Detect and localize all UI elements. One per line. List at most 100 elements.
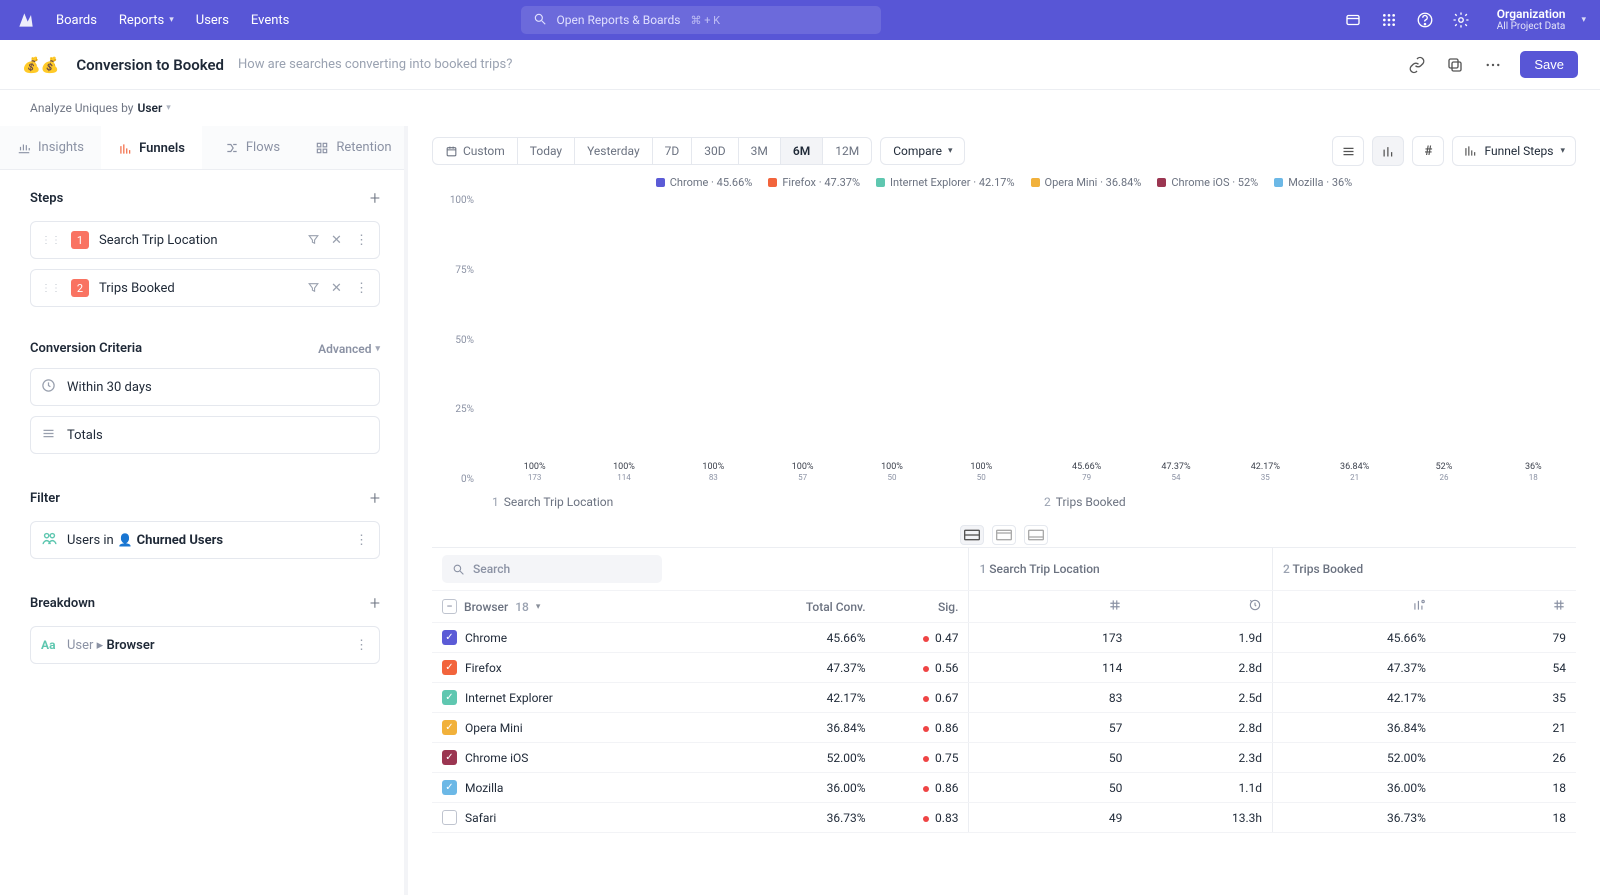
add-step-button[interactable]: + <box>370 188 380 209</box>
layout-top-button[interactable] <box>992 525 1016 545</box>
filter-icon[interactable] <box>307 281 321 295</box>
tab-flows[interactable]: Flows <box>202 126 303 169</box>
tab-retention[interactable]: Retention <box>303 126 404 169</box>
row-step2-pct: 52.00% <box>1272 743 1435 773</box>
criteria-advanced-link[interactable]: Advanced▾ <box>318 342 380 356</box>
apps-grid-icon[interactable] <box>1379 10 1399 30</box>
col-time-icon[interactable] <box>1132 591 1272 623</box>
more-icon[interactable]: ⋮ <box>355 281 369 295</box>
settings-icon[interactable] <box>1451 10 1471 30</box>
remove-icon[interactable]: ✕ <box>331 281 345 295</box>
col-count-icon[interactable] <box>969 591 1132 623</box>
nav-boards[interactable]: Boards <box>56 13 97 28</box>
chevron-down-icon: ▾ <box>166 103 171 113</box>
org-switcher[interactable]: Organization All Project Data <box>1497 8 1566 32</box>
steps-header: Steps <box>30 191 63 206</box>
more-icon[interactable]: ⋮ <box>355 233 369 247</box>
global-search[interactable]: Open Reports & Boards ⌘ + K <box>521 6 881 34</box>
analyze-row[interactable]: Analyze Uniques by User ▾ <box>0 90 1600 126</box>
nav-users[interactable]: Users <box>196 13 229 28</box>
table-row[interactable]: ✓ Chrome iOS 52.00% 0.75 50 2.3d 52.00% … <box>432 743 1576 773</box>
legend-item[interactable]: Chrome iOS · 52% <box>1157 176 1258 189</box>
breakdown-item[interactable]: Aa User ▸ Browser ⋮ <box>30 626 380 664</box>
range-custom[interactable]: Custom <box>433 138 518 164</box>
add-breakdown-button[interactable]: + <box>370 593 380 614</box>
table-row[interactable]: ✓ Internet Explorer 42.17% 0.67 83 2.5d … <box>432 683 1576 713</box>
row-checkbox[interactable]: ✓ <box>442 630 457 645</box>
range-30d[interactable]: 30D <box>692 138 738 164</box>
criteria-within[interactable]: Within 30 days <box>30 368 380 406</box>
filter-cohort[interactable]: Users in 👤 Churned Users ⋮ <box>30 521 380 559</box>
more-icon[interactable] <box>1482 54 1504 76</box>
col-pct-icon[interactable] <box>1272 591 1435 623</box>
row-step1-time: 13.3h <box>1132 803 1272 833</box>
view-list-button[interactable] <box>1332 136 1364 166</box>
row-step2-pct: 47.37% <box>1272 653 1435 683</box>
page-description: How are searches converting into booked … <box>238 57 512 72</box>
tab-insights[interactable]: Insights <box>0 126 101 169</box>
range-3m[interactable]: 3M <box>739 138 781 164</box>
table-search-input[interactable]: Search <box>442 555 662 583</box>
remove-icon[interactable]: ✕ <box>331 233 345 247</box>
tab-funnels[interactable]: Funnels <box>101 126 202 169</box>
step-row[interactable]: ⋮⋮ 1 Search Trip Location ✕ ⋮ <box>30 221 380 259</box>
view-bar-button[interactable] <box>1372 136 1404 166</box>
col-total-conv[interactable]: Total Conv. <box>736 591 876 623</box>
layout-split-button[interactable] <box>960 525 984 545</box>
row-checkbox[interactable] <box>442 810 457 825</box>
range-today[interactable]: Today <box>518 138 575 164</box>
col-count2-icon[interactable] <box>1436 591 1576 623</box>
funnel-steps-dropdown[interactable]: Funnel Steps▾ <box>1452 136 1576 166</box>
drag-handle-icon[interactable]: ⋮⋮ <box>41 235 61 246</box>
nav-reports[interactable]: Reports▾ <box>119 13 174 28</box>
range-12m[interactable]: 12M <box>823 138 871 164</box>
table-row[interactable]: ✓ Firefox 47.37% 0.56 114 2.8d 47.37% 54 <box>432 653 1576 683</box>
step-row[interactable]: ⋮⋮ 2 Trips Booked ✕ ⋮ <box>30 269 380 307</box>
row-sig: 0.83 <box>876 803 969 833</box>
legend-item[interactable]: Mozilla · 36% <box>1274 176 1352 189</box>
updates-icon[interactable] <box>1343 10 1363 30</box>
row-checkbox[interactable]: ✓ <box>442 720 457 735</box>
save-button[interactable]: Save <box>1520 51 1578 78</box>
help-icon[interactable] <box>1415 10 1435 30</box>
range-6m[interactable]: 6M <box>781 138 823 164</box>
row-sig: 0.86 <box>876 713 969 743</box>
data-table: Search 1 Search Trip Location 2 Trips Bo… <box>432 547 1576 895</box>
nav-events[interactable]: Events <box>251 13 289 28</box>
range-yesterday[interactable]: Yesterday <box>575 138 653 164</box>
drag-handle-icon[interactable]: ⋮⋮ <box>41 283 61 294</box>
legend-item[interactable]: Firefox · 47.37% <box>768 176 860 189</box>
table-row[interactable]: ✓ Opera Mini 36.84% 0.86 57 2.8d 36.84% … <box>432 713 1576 743</box>
row-step2-count: 18 <box>1436 773 1576 803</box>
view-number-button[interactable]: # <box>1412 136 1444 166</box>
share-link-icon[interactable] <box>1406 54 1428 76</box>
app-logo[interactable] <box>14 8 38 32</box>
row-step1-count: 114 <box>969 653 1132 683</box>
col-sig[interactable]: Sig. <box>876 591 969 623</box>
compare-button[interactable]: Compare▾ <box>880 137 965 165</box>
chevron-down-icon: ▾ <box>536 602 541 612</box>
criteria-totals[interactable]: Totals <box>30 416 380 454</box>
row-checkbox[interactable]: ✓ <box>442 690 457 705</box>
step-label: Search Trip Location <box>99 233 218 248</box>
row-step2-pct: 36.73% <box>1272 803 1435 833</box>
table-row[interactable]: ✓ Mozilla 36.00% 0.86 50 1.1d 36.00% 18 <box>432 773 1576 803</box>
filter-icon[interactable] <box>307 233 321 247</box>
row-checkbox[interactable]: ✓ <box>442 750 457 765</box>
table-row[interactable]: ✓ Chrome 45.66% 0.47 173 1.9d 45.66% 79 <box>432 623 1576 653</box>
layout-bottom-button[interactable] <box>1024 525 1048 545</box>
row-checkbox[interactable]: ✓ <box>442 660 457 675</box>
range-7d[interactable]: 7D <box>653 138 693 164</box>
row-checkbox[interactable]: ✓ <box>442 780 457 795</box>
legend-item[interactable]: Opera Mini · 36.84% <box>1031 176 1142 189</box>
legend-item[interactable]: Chrome · 45.66% <box>656 176 753 189</box>
add-filter-button[interactable]: + <box>370 488 380 509</box>
copy-icon[interactable] <box>1444 54 1466 76</box>
nav-links: Boards Reports▾ Users Events <box>56 13 289 28</box>
browser-column-header[interactable]: − Browser 18 ▾ <box>442 599 726 614</box>
breakdown-header: Breakdown <box>30 596 95 611</box>
table-row[interactable]: Safari 36.73% 0.83 49 13.3h 36.73% 18 <box>432 803 1576 833</box>
more-icon[interactable]: ⋮ <box>355 638 369 652</box>
more-icon[interactable]: ⋮ <box>355 533 369 547</box>
legend-item[interactable]: Internet Explorer · 42.17% <box>876 176 1015 189</box>
